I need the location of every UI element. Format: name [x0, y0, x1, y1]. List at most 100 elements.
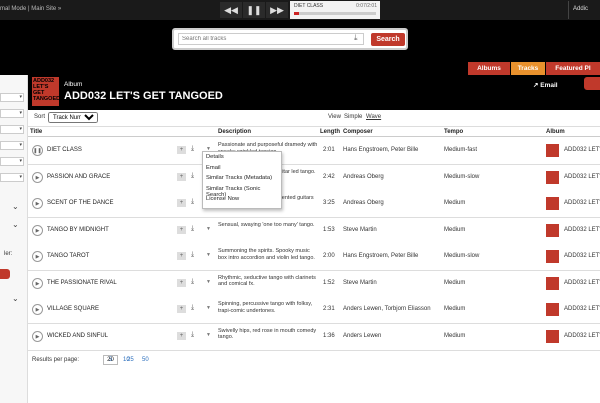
- table-row[interactable]: ▶ THE PASSIONATE RIVAL + ⤓ ▼ Rhythmic, seduct…: [28, 270, 600, 298]
- download-icon[interactable]: ⤓: [191, 145, 194, 153]
- view-wave-link[interactable]: Wave: [366, 114, 381, 120]
- track-album[interactable]: ADD032 LET'S: [564, 280, 600, 286]
- track-album[interactable]: ADD032 LET'S: [564, 147, 600, 153]
- column-title[interactable]: Title: [30, 129, 42, 135]
- column-composer[interactable]: Composer: [343, 129, 373, 135]
- album-thumbnail[interactable]: [546, 276, 559, 290]
- column-description[interactable]: Description: [218, 129, 251, 135]
- filter-field[interactable]: ▾: [0, 93, 24, 102]
- sidebar-action-button[interactable]: [0, 269, 10, 279]
- mode-text[interactable]: mal Mode | Main Site »: [0, 6, 61, 12]
- track-album[interactable]: ADD032 LET'S: [564, 253, 600, 259]
- track-album[interactable]: ADD032 LET'S: [564, 333, 600, 339]
- email-album-button[interactable]: ↗ Email: [533, 81, 558, 89]
- table-row[interactable]: ▶ TANGO BY MIDNIGHT + ⤓ ▼ Sensual, swaying 'o…: [28, 217, 600, 245]
- track-composer[interactable]: Anders Lewen: [343, 333, 381, 339]
- download-icon[interactable]: ⤓: [191, 198, 194, 206]
- menu-item-similar-metadata[interactable]: Similar Tracks (Metadata): [203, 173, 281, 184]
- add-to-playlist-icon[interactable]: +: [177, 252, 186, 260]
- album-thumbnail[interactable]: [546, 250, 559, 263]
- filter-field[interactable]: ▾: [0, 173, 24, 182]
- album-action-button[interactable]: [584, 77, 600, 90]
- add-to-playlist-icon[interactable]: +: [177, 278, 186, 287]
- search-input[interactable]: [178, 33, 364, 45]
- menu-item-license-now[interactable]: License Now: [203, 194, 281, 205]
- track-title[interactable]: PASSION AND GRACE: [47, 174, 110, 180]
- page-size-50[interactable]: 50: [142, 357, 149, 363]
- table-row[interactable]: ▶SCENT OF THE DANCE+⤓▼Sensual, melanchol…: [28, 191, 600, 218]
- track-composer[interactable]: Steve Martin: [343, 280, 377, 286]
- search-button[interactable]: Search: [371, 33, 405, 46]
- add-to-playlist-icon[interactable]: +: [177, 331, 186, 340]
- menu-item-details[interactable]: Details: [203, 152, 281, 163]
- download-icon[interactable]: ⤓: [191, 331, 194, 339]
- download-icon[interactable]: ⤓: [191, 304, 194, 312]
- page-size-25[interactable]: 25: [127, 357, 134, 363]
- table-row[interactable]: ▶ VILLAGE SQUARE + ⤓ ▼ Spinning, percussive t…: [28, 297, 600, 324]
- column-album[interactable]: Album: [546, 129, 565, 135]
- download-icon[interactable]: ⤓: [191, 251, 194, 259]
- view-simple-link[interactable]: Simple: [344, 114, 362, 120]
- track-title[interactable]: WICKED AND SINFUL: [47, 333, 108, 339]
- table-row[interactable]: ▶ WICKED AND SINFUL + ⤓ ▼ Swivelly hips, red …: [28, 323, 600, 351]
- track-album[interactable]: ADD032 LET'S: [564, 227, 600, 233]
- play-icon[interactable]: ▶: [32, 224, 43, 236]
- chevron-down-icon[interactable]: ▼: [206, 252, 211, 258]
- track-album[interactable]: ADD032 LET'S: [564, 306, 600, 312]
- playback-progress-bar[interactable]: [294, 12, 376, 15]
- chevron-down-icon[interactable]: ▼: [206, 226, 211, 232]
- play-icon[interactable]: ▶: [32, 171, 43, 183]
- filter-field[interactable]: ▾: [0, 141, 24, 150]
- download-icon[interactable]: ⤓: [191, 278, 194, 286]
- download-icon[interactable]: ⤓: [191, 172, 194, 180]
- track-title[interactable]: VILLAGE SQUARE: [47, 306, 99, 312]
- track-title[interactable]: TANGO BY MIDNIGHT: [47, 227, 109, 233]
- play-icon[interactable]: ▶: [32, 251, 43, 262]
- album-thumbnail[interactable]: [546, 303, 559, 316]
- album-thumbnail[interactable]: [546, 144, 559, 157]
- track-title[interactable]: SCENT OF THE DANCE: [47, 200, 113, 206]
- album-thumbnail[interactable]: [546, 223, 559, 237]
- play-icon[interactable]: ▶: [32, 304, 43, 315]
- chevron-down-icon[interactable]: ⌄: [12, 220, 19, 229]
- track-composer[interactable]: Hans Engstroem, Peter Bille: [343, 253, 418, 259]
- chevron-down-icon[interactable]: ▼: [206, 279, 211, 285]
- pause-button[interactable]: ❚❚: [243, 2, 265, 18]
- download-icon[interactable]: ⤓: [191, 225, 194, 233]
- add-to-playlist-icon[interactable]: +: [177, 225, 186, 234]
- chevron-down-icon[interactable]: ▼: [206, 305, 211, 311]
- play-icon[interactable]: ▶: [32, 198, 43, 209]
- account-menu[interactable]: Addic: [568, 1, 600, 19]
- menu-item-similar-sonic[interactable]: Similar Tracks (Sonic Search): [203, 184, 281, 198]
- table-row[interactable]: ❚❚ DIET CLASS + ⤓ ▼ Passionate and purposeful…: [28, 138, 600, 165]
- album-thumbnail[interactable]: [546, 197, 559, 210]
- add-to-playlist-icon[interactable]: +: [177, 199, 186, 207]
- track-title[interactable]: THE PASSIONATE RIVAL: [47, 280, 117, 286]
- chevron-down-icon[interactable]: ▼: [206, 332, 211, 338]
- play-icon[interactable]: ▶: [32, 330, 43, 342]
- filter-field[interactable]: ▾: [0, 157, 24, 166]
- column-tempo[interactable]: Tempo: [444, 129, 463, 135]
- track-composer[interactable]: Andreas Oberg: [343, 174, 384, 180]
- track-composer[interactable]: Steve Martin: [343, 227, 377, 233]
- track-composer[interactable]: Hans Engstroem, Peter Bille: [343, 147, 418, 153]
- track-composer[interactable]: Anders Lewen, Torbjorn Eliasson: [343, 306, 431, 312]
- add-to-playlist-icon[interactable]: +: [177, 146, 186, 154]
- tab-tracks[interactable]: Tracks: [511, 62, 545, 75]
- pause-icon[interactable]: ❚❚: [32, 145, 43, 156]
- download-icon[interactable]: ⤓: [354, 33, 358, 43]
- tab-featured-playlists[interactable]: Featured Pl: [546, 62, 600, 75]
- menu-item-email[interactable]: Email: [203, 163, 281, 174]
- previous-track-button[interactable]: ◀◀: [220, 2, 242, 18]
- table-row[interactable]: ▶PASSION AND GRACE+⤓▼Romantic and dramat…: [28, 164, 600, 192]
- chevron-down-icon[interactable]: ⌄: [12, 294, 19, 303]
- play-icon[interactable]: ▶: [32, 277, 43, 289]
- track-album[interactable]: ADD032 LET'S: [564, 200, 600, 206]
- table-row[interactable]: ▶ TANGO TAROT + ⤓ ▼ Summoning the spirits. Sp…: [28, 244, 600, 271]
- next-track-button[interactable]: ▶▶: [266, 2, 288, 18]
- filter-field[interactable]: ▾: [0, 125, 24, 134]
- track-title[interactable]: DIET CLASS: [47, 147, 82, 153]
- sort-select[interactable]: Track Number: [48, 112, 98, 123]
- track-composer[interactable]: Andreas Oberg: [343, 200, 384, 206]
- page-size-20[interactable]: 20: [103, 355, 118, 365]
